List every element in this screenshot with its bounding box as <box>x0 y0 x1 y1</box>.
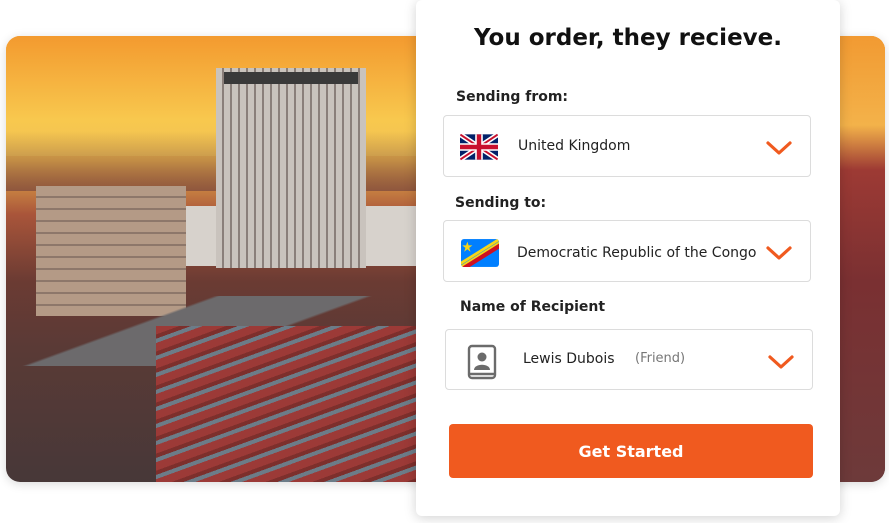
uk-flag-icon <box>460 133 498 161</box>
contact-book-icon <box>466 344 498 382</box>
sending-from-value: United Kingdom <box>518 138 631 154</box>
sending-to-select[interactable]: Democratic Republic of the Congo <box>443 220 811 282</box>
chevron-down-icon[interactable] <box>766 140 792 156</box>
drc-flag-icon <box>461 239 499 267</box>
chevron-down-icon[interactable] <box>768 354 794 370</box>
page: You order, they recieve. Sending from: U… <box>0 0 889 523</box>
recipient-select[interactable]: Lewis Dubois (Friend) <box>445 329 813 390</box>
chevron-down-icon[interactable] <box>766 245 792 261</box>
sending-from-select[interactable]: United Kingdom <box>443 115 811 177</box>
page-title: You order, they recieve. <box>474 25 782 51</box>
sending-from-label: Sending from: <box>456 89 569 105</box>
sending-to-label: Sending to: <box>455 195 547 211</box>
recipient-name: Lewis Dubois <box>523 351 615 367</box>
get-started-button[interactable]: Get Started <box>449 424 813 478</box>
recipient-relation: (Friend) <box>635 351 686 366</box>
sending-to-value: Democratic Republic of the Congo <box>517 245 757 261</box>
recipient-label: Name of Recipient <box>460 299 606 315</box>
